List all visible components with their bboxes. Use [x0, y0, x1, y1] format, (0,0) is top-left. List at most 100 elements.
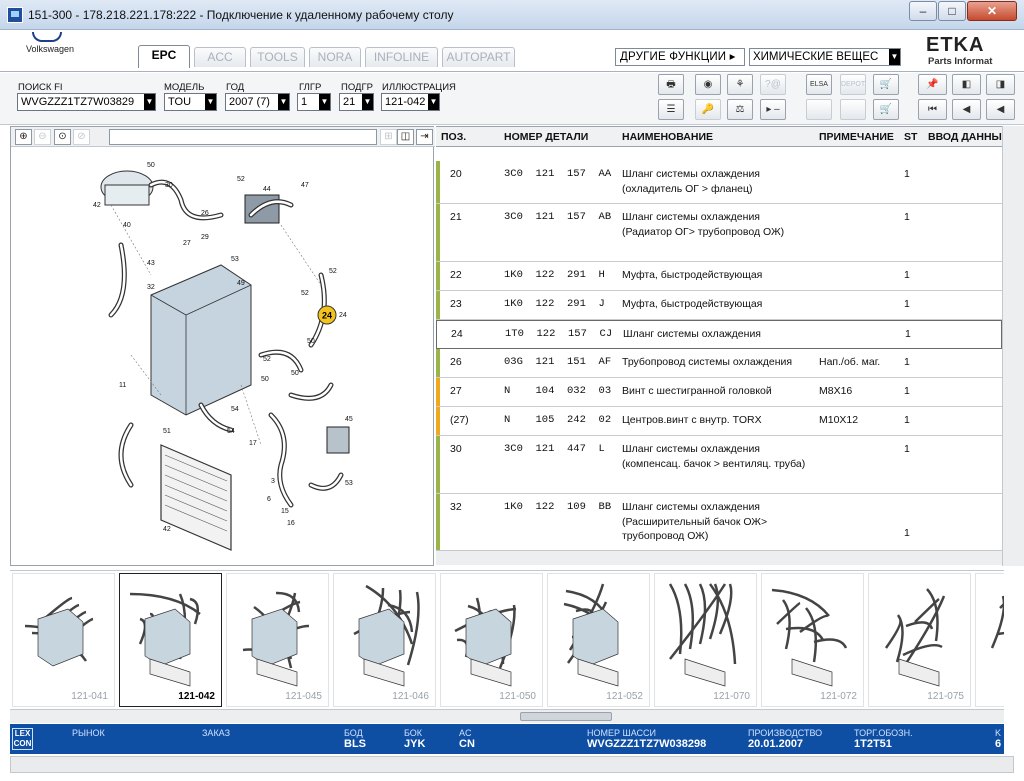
table-vertical-scrollbar[interactable]	[1002, 126, 1024, 566]
close-button[interactable]: ✕	[967, 1, 1017, 21]
thumbnail-6[interactable]: 121-052	[547, 573, 650, 707]
zoom-fit-icon[interactable]: ⊙	[54, 129, 71, 145]
table-row[interactable]: 22 1K0 122 291 H Муфта, быстродействующая 1	[436, 262, 1002, 291]
search-label: ПОИСК FI	[18, 82, 63, 93]
callout-label: 6	[267, 496, 271, 503]
col-header-name[interactable]: НАИМЕНОВАНИЕ	[622, 131, 713, 143]
cart-button[interactable]: 🛒	[873, 74, 899, 95]
thumbnail-10[interactable]	[975, 573, 1004, 707]
col-header-pos[interactable]: ПОЗ.	[441, 131, 466, 143]
minimize-button[interactable]: –	[909, 1, 937, 21]
window-titlebar[interactable]: 151-300 - 178.218.221.178:222 - Подключе…	[0, 0, 1024, 30]
market-label: РЫНОК	[72, 728, 105, 738]
vin-search-select[interactable]: WVGZZZ1TZ7W03829 ▼	[17, 93, 156, 111]
thumbnail-2[interactable]: 121-042	[119, 573, 222, 707]
zoom-in-icon[interactable]: ⊕	[15, 129, 32, 145]
table-row[interactable]: (27) N 105 242 02 Центров.винт с внутр. TO…	[436, 407, 1002, 436]
row-name: Центров.винт с внутр. TORX	[622, 414, 762, 426]
callout-label: 32	[147, 284, 155, 291]
prev-button[interactable]: ◀	[952, 99, 981, 120]
illustration-search-input[interactable]	[109, 129, 377, 145]
tab-epc[interactable]: EPC	[138, 45, 190, 68]
thumbnail-3[interactable]: 121-045	[226, 573, 329, 707]
table-row[interactable]: 27 N 104 032 03 Винт с шестигранной головк…	[436, 378, 1002, 407]
zoom-out-icon[interactable]: ⊖	[34, 129, 51, 145]
zoom-reset-icon[interactable]: ⊘	[73, 129, 90, 145]
chevron-down-icon[interactable]: ▼	[205, 94, 216, 110]
chevron-down-icon[interactable]: ▼	[362, 94, 373, 110]
elsa-button[interactable]: ELSA	[806, 74, 832, 95]
play-minus-button[interactable]: ▸ –	[760, 99, 786, 120]
cart-add-button[interactable]: 🛒	[873, 99, 899, 120]
thumbnail-4[interactable]: 121-046	[333, 573, 436, 707]
thumbnail-8[interactable]: 121-072	[761, 573, 864, 707]
table-horizontal-scrollbar[interactable]	[436, 550, 1002, 565]
empty-button-2[interactable]	[840, 99, 866, 120]
service-button[interactable]: ⚘	[727, 74, 753, 95]
row-status-bar	[436, 291, 440, 319]
sub-group-select[interactable]: 21 ▼	[339, 93, 374, 111]
first-button[interactable]: ⏮	[918, 99, 947, 120]
tab-tools[interactable]: TOOLS	[250, 47, 305, 67]
grid-view-icon[interactable]: ⊞	[380, 129, 397, 145]
col-header-input[interactable]: ВВОД ДАННЫ	[928, 131, 1002, 143]
col-header-part-number[interactable]: НОМЕР ДЕТАЛИ	[504, 131, 588, 143]
col-header-note[interactable]: ПРИМЕЧАНИЕ	[819, 131, 894, 143]
thumbnail-9[interactable]: 121-075	[868, 573, 971, 707]
key-button[interactable]: 🔑	[695, 99, 721, 120]
help-email-button[interactable]: ?@	[760, 74, 786, 95]
pin-button[interactable]: 📌	[918, 74, 947, 95]
chevron-down-icon[interactable]: ▼	[144, 94, 155, 110]
table-row[interactable]: 23 1K0 122 291 J Муфта, быстродействующая 1	[436, 291, 1002, 320]
callout-label: 53	[231, 256, 239, 263]
expand-view-icon[interactable]: ⇥	[416, 129, 433, 145]
thumbnail-illustration	[24, 596, 94, 667]
tab-nora[interactable]: NORA	[309, 47, 361, 67]
chemicals-select[interactable]: ХИМИЧЕСКИЕ ВЕЩЕС ▼	[749, 48, 901, 66]
chevron-down-icon[interactable]: ▼	[889, 49, 900, 65]
panel-right-button[interactable]: ◨	[986, 74, 1015, 95]
col-header-st[interactable]: ST	[904, 131, 917, 143]
table-row[interactable]: 32 1K0 122 109 BB Шланг системы охлаждения…	[436, 494, 1002, 552]
callout-label: 50	[261, 376, 269, 383]
model-select[interactable]: TOU ▼	[164, 93, 217, 111]
table-row[interactable]: 20 3C0 121 157 AA Шланг системы охлаждения…	[436, 161, 1002, 204]
thumbnail-scrollbar[interactable]	[10, 709, 1004, 723]
main-group-select[interactable]: 1 ▼	[297, 93, 331, 111]
thumbnail-1[interactable]: 121-041	[12, 573, 115, 707]
chevron-down-icon[interactable]: ▼	[428, 94, 439, 110]
window-title: 151-300 - 178.218.221.178:222 - Подключе…	[28, 8, 454, 22]
disc-button[interactable]: ◉	[695, 74, 721, 95]
ac-label: AC	[459, 728, 472, 738]
thumbnail-5[interactable]: 121-050	[440, 573, 543, 707]
depot-button[interactable]: DEPOT	[840, 74, 866, 95]
extra-value: 6	[995, 738, 1002, 750]
chevron-down-icon[interactable]: ▼	[319, 94, 330, 110]
table-row[interactable]: 21 3C0 121 157 AB Шланг системы охлаждения…	[436, 204, 1002, 262]
table-row[interactable]: 24 1T0 122 157 CJ Шланг системы охлаждения…	[436, 320, 1002, 349]
split-view-icon[interactable]: ◫	[397, 129, 414, 145]
year-select[interactable]: 2007 (7) ▼	[225, 93, 290, 111]
other-functions-button[interactable]: ДРУГИЕ ФУНКЦИИ ▸	[615, 48, 745, 66]
panel-left-button[interactable]: ◧	[952, 74, 981, 95]
list-button[interactable]: ☰	[658, 99, 684, 120]
row-status-bar	[437, 321, 441, 348]
back-button[interactable]: ◀	[986, 99, 1015, 120]
thumbnail-7[interactable]: 121-070	[654, 573, 757, 707]
maximize-button[interactable]: □	[938, 1, 966, 21]
chevron-down-icon[interactable]: ▼	[278, 94, 289, 110]
illustration-select[interactable]: 121-042 ▼	[381, 93, 440, 111]
window-horizontal-scrollbar[interactable]	[10, 756, 1014, 773]
tab-autopart[interactable]: AUTOPART	[442, 47, 515, 67]
thumbnail-scroll-handle[interactable]	[520, 712, 612, 721]
callout-label: 42	[93, 202, 101, 209]
callout-label: 52	[263, 356, 271, 363]
tab-infoline[interactable]: INFOLINE	[365, 47, 438, 67]
balance-button[interactable]: ⚖	[727, 99, 753, 120]
tab-acc[interactable]: ACC	[194, 47, 246, 67]
print-button[interactable]: 🖶	[658, 74, 684, 95]
table-row[interactable]: 30 3C0 121 447 L Шланг системы охлаждения …	[436, 436, 1002, 494]
cooling-system-illustration[interactable]: 24 50 30 52 44 47 26 27 29 40 42 43 32 5…	[91, 155, 371, 560]
table-row[interactable]: 26 03G 121 151 AF Трубопровод системы охла…	[436, 349, 1002, 378]
empty-button-1[interactable]	[806, 99, 832, 120]
